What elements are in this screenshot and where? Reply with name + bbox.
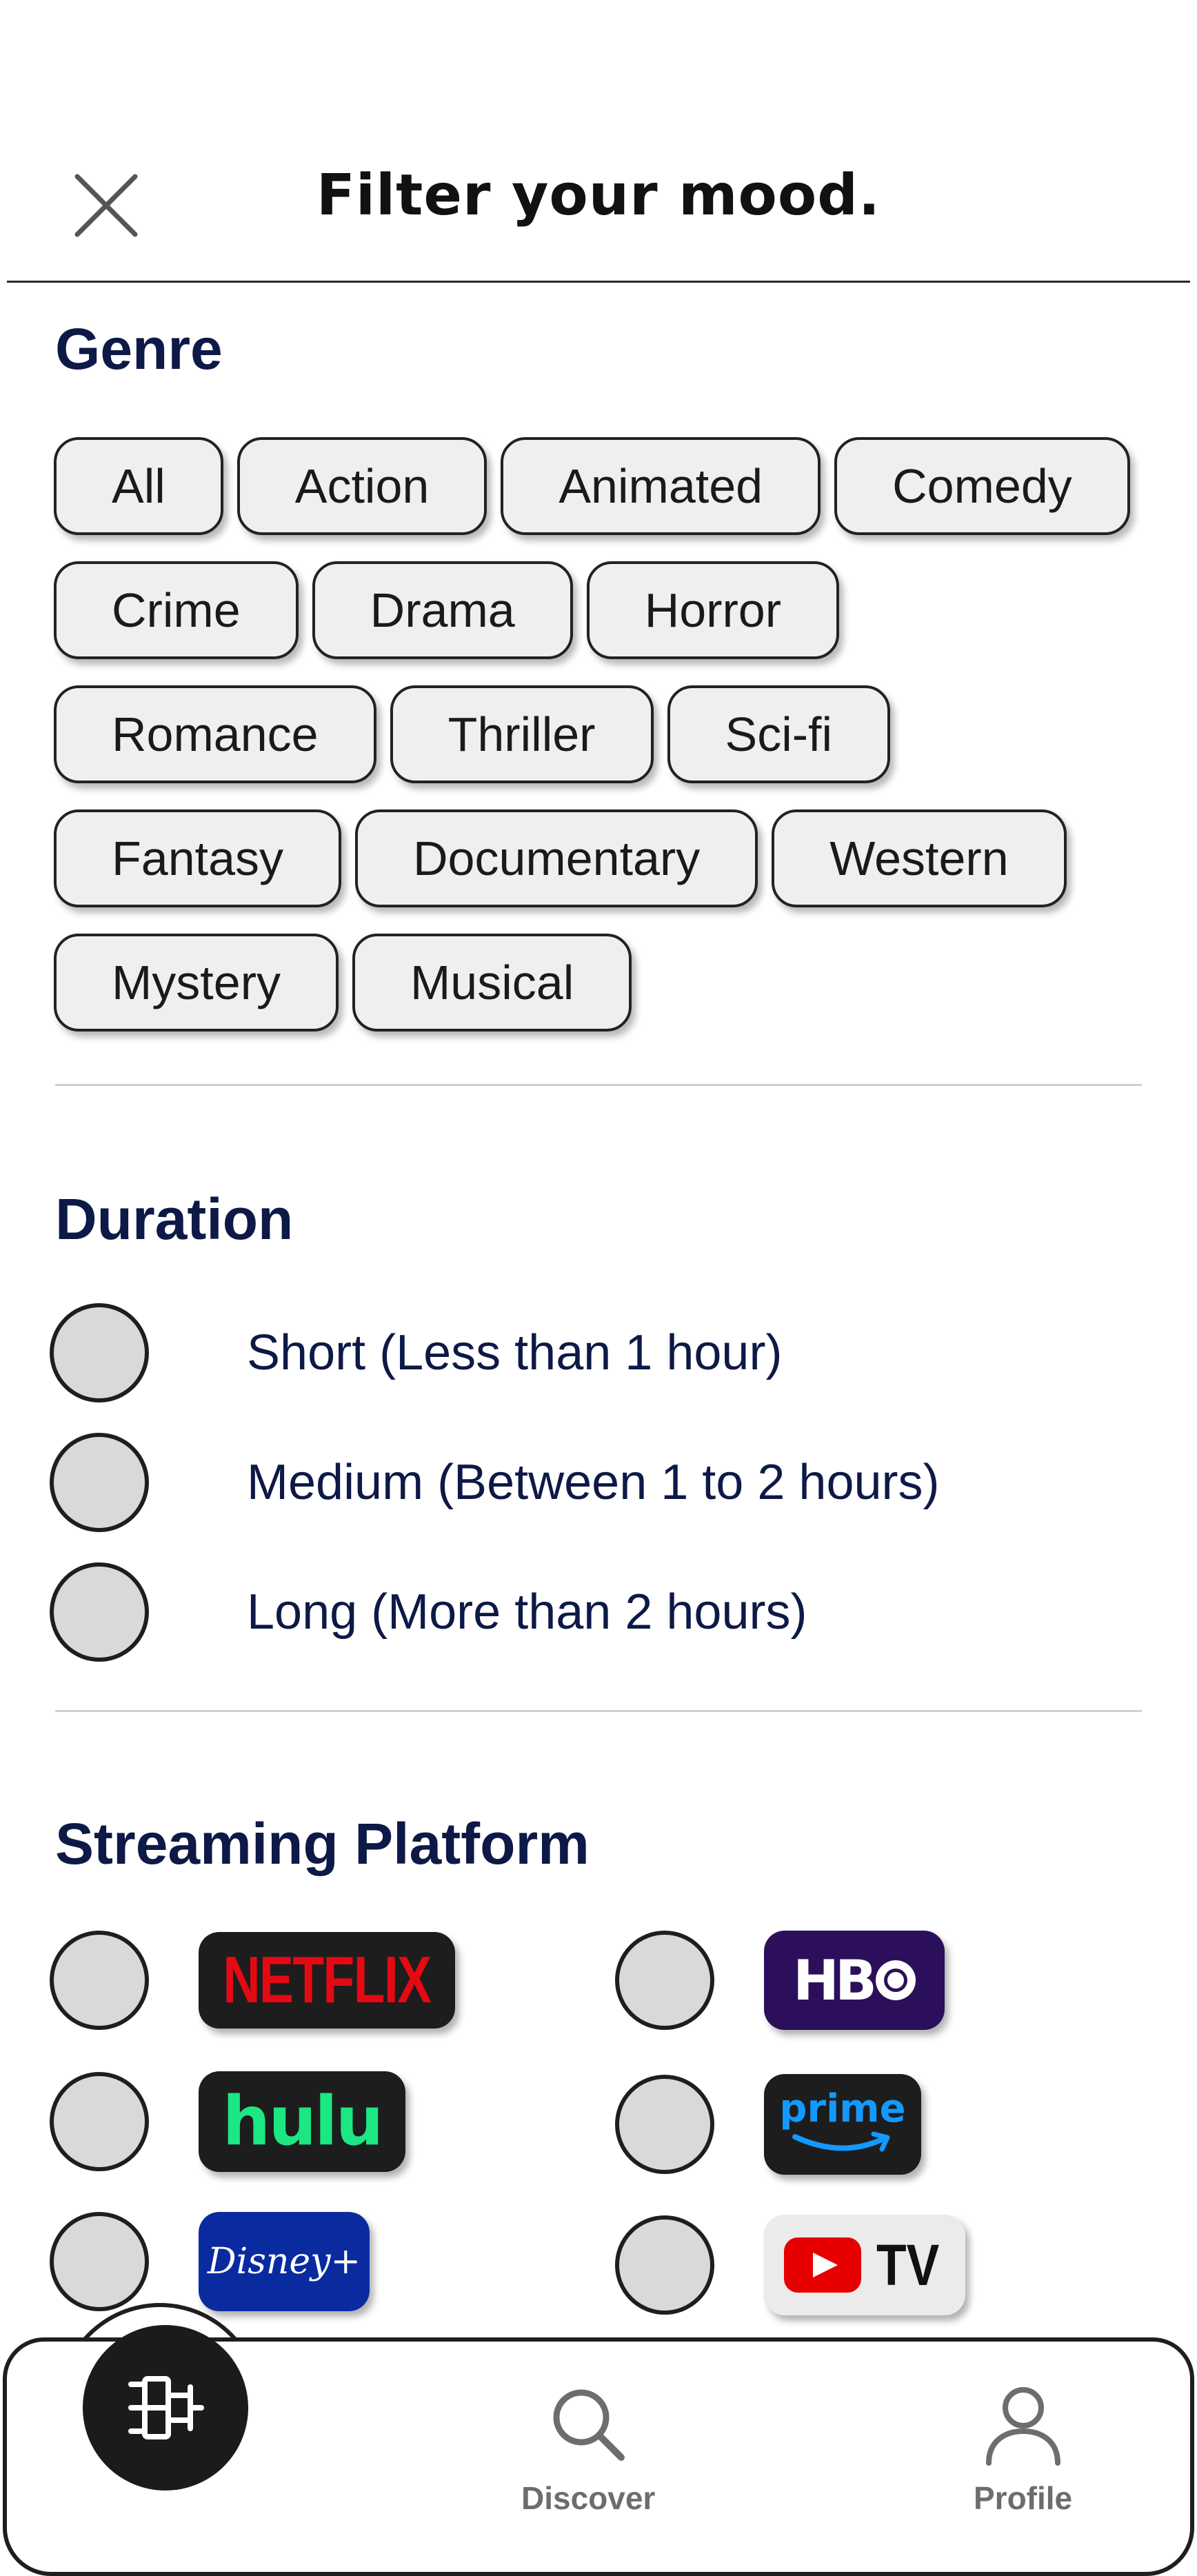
header: Filter your mood. xyxy=(7,0,1190,283)
genre-chip-action[interactable]: Action xyxy=(237,437,487,535)
duration-label: Medium (Between 1 to 2 hours) xyxy=(247,1455,940,1510)
filter-screen: Filter your mood. Genre All Action Anima… xyxy=(0,0,1197,2576)
netflix-logo: NETFLIX xyxy=(199,1932,455,2029)
hulu-wordmark: hulu xyxy=(222,2082,384,2161)
genre-row: Mystery Musical xyxy=(54,934,1157,1032)
disney-logo: Disney+ xyxy=(199,2212,370,2311)
genre-row: Romance Thriller Sci-fi xyxy=(54,685,1157,783)
youtube-tv-logo: TV xyxy=(764,2215,965,2315)
radio-button[interactable] xyxy=(50,1433,149,1532)
radio-button[interactable] xyxy=(50,1931,149,2030)
genre-chips: All Action Animated Comedy Crime Drama H… xyxy=(54,437,1157,1058)
platform-option-youtube-tv[interactable]: TV xyxy=(615,2215,965,2315)
genre-chip-crime[interactable]: Crime xyxy=(54,561,299,659)
duration-label: Short (Less than 1 hour) xyxy=(247,1325,783,1380)
genre-chip-western[interactable]: Western xyxy=(772,809,1067,907)
youtube-play-icon xyxy=(784,2237,862,2293)
prime-smile-icon xyxy=(792,2131,890,2151)
nav-discover[interactable]: Discover xyxy=(521,2383,655,2517)
profile-icon xyxy=(985,2387,1060,2466)
radio-button[interactable] xyxy=(50,1303,149,1402)
duration-options: Short (Less than 1 hour) Medium (Between… xyxy=(50,1303,939,1692)
genre-row: Fantasy Documentary Western xyxy=(54,809,1157,907)
platform-option-netflix[interactable]: NETFLIX xyxy=(50,1931,455,2030)
page-title: Filter your mood. xyxy=(316,163,881,228)
genre-title: Genre xyxy=(55,316,223,381)
nav-profile-label: Profile xyxy=(974,2480,1073,2516)
duration-title: Duration xyxy=(55,1187,294,1251)
genre-chip-mystery[interactable]: Mystery xyxy=(54,934,339,1032)
genre-chip-animated[interactable]: Animated xyxy=(501,437,821,535)
duration-option-long[interactable]: Long (More than 2 hours) xyxy=(50,1562,939,1662)
hbo-wordmark: HB xyxy=(793,1948,877,2013)
disney-wordmark: Disney+ xyxy=(207,2241,361,2282)
genre-chip-horror[interactable]: Horror xyxy=(586,561,840,659)
genre-chip-fantasy[interactable]: Fantasy xyxy=(54,809,341,907)
radio-button[interactable] xyxy=(50,1562,149,1662)
nav-discover-label: Discover xyxy=(521,2480,656,2516)
prime-wordmark: prime xyxy=(779,2086,906,2131)
hbo-o-icon xyxy=(875,1960,916,2000)
genre-chip-documentary[interactable]: Documentary xyxy=(355,809,758,907)
platform-option-disney[interactable]: Disney+ xyxy=(50,2212,370,2311)
genre-chip-scifi[interactable]: Sci-fi xyxy=(667,685,891,783)
search-icon xyxy=(553,2389,625,2461)
platform-title: Streaming Platform xyxy=(55,1811,590,1876)
radio-button[interactable] xyxy=(615,2075,714,2174)
radio-button[interactable] xyxy=(615,2215,714,2315)
platform-option-prime[interactable]: prime xyxy=(615,2074,921,2175)
netflix-wordmark: NETFLIX xyxy=(223,1943,432,2017)
duration-label: Long (More than 2 hours) xyxy=(247,1584,807,1640)
genre-chip-musical[interactable]: Musical xyxy=(352,934,632,1032)
divider xyxy=(55,1084,1142,1086)
genre-chip-all[interactable]: All xyxy=(54,437,223,535)
platform-option-hulu[interactable]: hulu xyxy=(50,2071,405,2172)
genre-chip-thriller[interactable]: Thriller xyxy=(390,685,654,783)
duration-option-short[interactable]: Short (Less than 1 hour) xyxy=(50,1303,939,1402)
genre-row: All Action Animated Comedy xyxy=(54,437,1157,535)
genre-chip-comedy[interactable]: Comedy xyxy=(834,437,1130,535)
radio-button[interactable] xyxy=(50,2212,149,2311)
radio-button[interactable] xyxy=(50,2072,149,2171)
hbo-logo: HB xyxy=(764,1931,945,2030)
radio-button[interactable] xyxy=(615,1931,714,2030)
prime-logo: prime xyxy=(764,2074,921,2175)
nav-profile[interactable]: Profile xyxy=(974,2383,1072,2517)
divider xyxy=(55,1710,1142,1712)
hulu-logo: hulu xyxy=(199,2071,405,2172)
platform-option-hbo[interactable]: HB xyxy=(615,1931,945,2030)
filter-button[interactable] xyxy=(83,2325,248,2491)
genre-row: Crime Drama Horror xyxy=(54,561,1157,659)
youtube-tv-wordmark: TV xyxy=(876,2232,940,2297)
genre-chip-romance[interactable]: Romance xyxy=(54,685,376,783)
genre-chip-drama[interactable]: Drama xyxy=(312,561,573,659)
filter-icon xyxy=(128,2376,204,2439)
duration-option-medium[interactable]: Medium (Between 1 to 2 hours) xyxy=(50,1433,939,1532)
